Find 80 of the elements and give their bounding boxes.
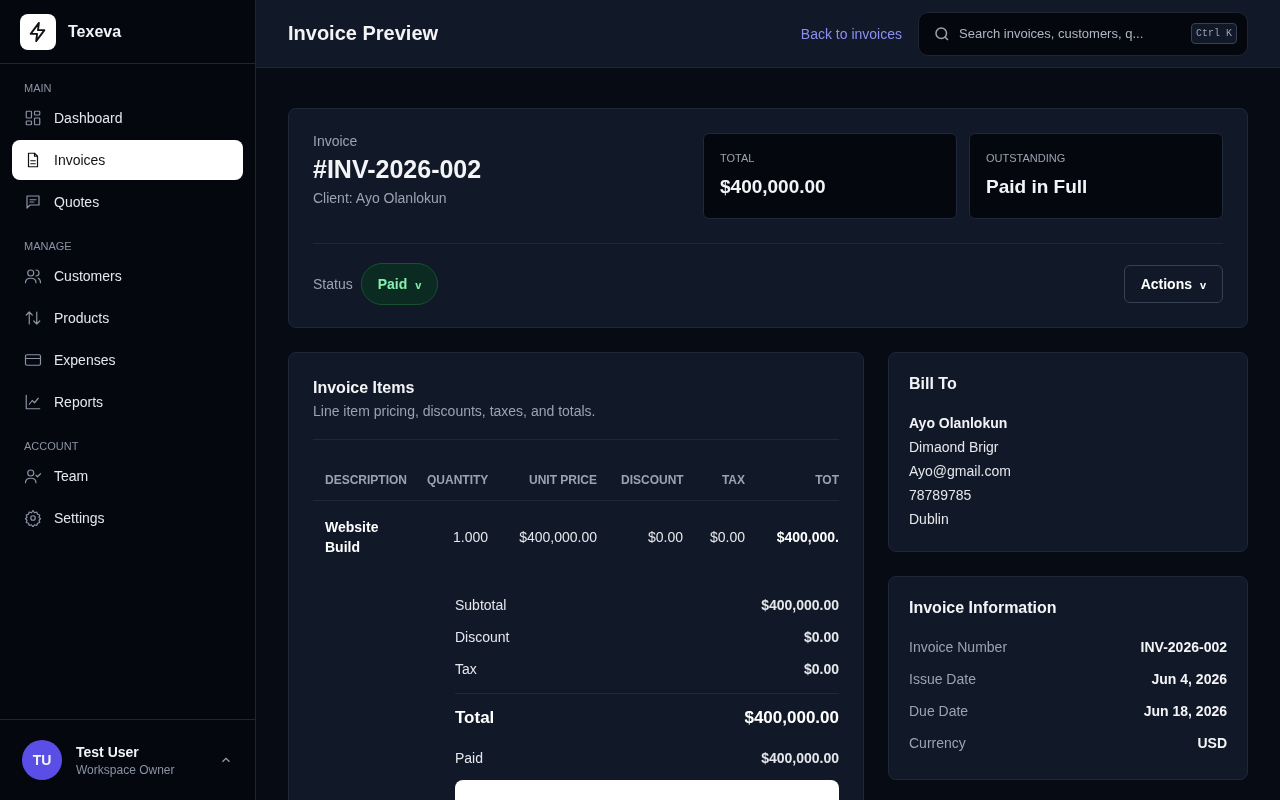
user-name: Test User	[76, 743, 140, 760]
grid-icon	[24, 109, 42, 127]
sidebar-item[interactable]: Invoices	[12, 140, 243, 180]
sidebar-item[interactable]: Settings	[12, 498, 243, 538]
total-label: Tax	[455, 661, 477, 677]
status-dropdown[interactable]: Paid v	[360, 263, 439, 305]
address-line: Dublin	[909, 510, 950, 529]
info-label: Due Date	[909, 703, 969, 719]
invoice-number: #INV-2026-002	[313, 155, 482, 184]
info-label: Currency	[909, 735, 966, 751]
invoice-label: Invoice	[313, 133, 359, 149]
sidebar-item[interactable]: Dashboard	[12, 98, 243, 138]
stat-value: $400,000.00	[720, 176, 827, 198]
arrows-icon	[24, 309, 42, 327]
section-heading: MANAGE	[23, 239, 73, 254]
total-value: $0.00	[803, 629, 839, 645]
total-value: $400,000.00	[761, 597, 839, 613]
search-icon	[933, 24, 951, 43]
table-cell-text: $0.00	[646, 529, 684, 545]
sidebar-item[interactable]: Expenses	[12, 340, 243, 380]
column-header: QUANTITY	[426, 473, 490, 487]
total-value: $0.00	[803, 661, 839, 677]
client-name: Client: Ayo Olanlokun	[313, 190, 448, 206]
column-header: TOT	[814, 473, 839, 487]
table-cell-text: $400,000.00	[518, 529, 598, 545]
total-label: Total	[455, 708, 495, 728]
sidebar-item[interactable]: Reports	[12, 382, 243, 422]
back-link[interactable]: Back to invoices	[800, 25, 902, 42]
total-label: Paid	[455, 750, 484, 766]
stat-label: OUTSTANDING	[986, 152, 1067, 164]
customer-name: Ayo Olanlokun	[909, 414, 1009, 433]
user-role: Workspace Owner	[76, 762, 176, 777]
info-value: Jun 18, 2026	[1143, 703, 1227, 719]
info-label: Issue Date	[909, 671, 976, 687]
table-cell-text: $0.00	[708, 529, 746, 545]
search-field[interactable]: Search invoices, customers, q...	[959, 26, 1183, 41]
status-label: Status	[313, 276, 353, 292]
section-heading: ACCOUNT	[23, 439, 80, 454]
column-header: DISCOUNT	[620, 473, 685, 487]
info-label: Invoice Number	[909, 639, 1008, 655]
chat-icon	[24, 193, 42, 211]
total-label: Discount	[455, 629, 510, 645]
info-value: Jun 4, 2026	[1151, 671, 1227, 687]
users-icon	[24, 267, 42, 285]
search-bar[interactable]: Search invoices, customers, q... Ctrl K	[918, 11, 1248, 56]
card-subtitle: Line item pricing, discounts, taxes, and totals.	[313, 403, 839, 440]
user-avatar[interactable]: TU	[22, 740, 62, 780]
total-value: $400,000.00	[744, 708, 839, 728]
info-value: USD	[1197, 735, 1227, 751]
info-value: INV-2026-002	[1140, 639, 1227, 655]
table-cell-text: $400,000.	[775, 528, 839, 547]
column-header: DESCRIPTION	[324, 473, 408, 487]
sidebar-item[interactable]: Quotes	[12, 182, 243, 222]
table-cell-text: Website Build	[324, 518, 380, 557]
sidebar-item[interactable]: Customers	[12, 256, 243, 296]
column-header: UNIT PRICE	[528, 473, 598, 487]
sidebar-item[interactable]: Products	[12, 298, 243, 338]
card-title: Invoice Information	[909, 599, 1058, 617]
settings-icon	[24, 509, 42, 527]
address-line: Dimaond Brigr	[909, 438, 1000, 457]
actions-button[interactable]: Actions v	[1123, 265, 1223, 303]
stat-value: Paid in Full	[986, 176, 1089, 198]
page-title: Invoice Preview	[288, 22, 439, 45]
shortcut-hint: Ctrl K	[1191, 23, 1237, 44]
card-icon	[24, 351, 42, 369]
total-value: $400,000.00	[761, 750, 839, 766]
chart-icon	[24, 393, 42, 411]
user-check-icon	[24, 467, 42, 485]
table-cell-text: 1.000	[451, 529, 489, 545]
card-title: Bill To	[909, 375, 958, 393]
brand-name: Texeva	[68, 22, 122, 41]
total-label: Subtotal	[455, 597, 507, 613]
card-title: Invoice Items	[313, 379, 416, 397]
stat-label: TOTAL	[720, 152, 756, 164]
address-line: 78789785	[909, 486, 973, 505]
column-header: TAX	[720, 473, 746, 487]
address-line: Ayo@gmail.com	[909, 462, 1012, 481]
section-heading: MAIN	[23, 81, 53, 96]
bolt-logo-icon	[20, 13, 56, 50]
sidebar-item[interactable]: Team	[12, 456, 243, 496]
